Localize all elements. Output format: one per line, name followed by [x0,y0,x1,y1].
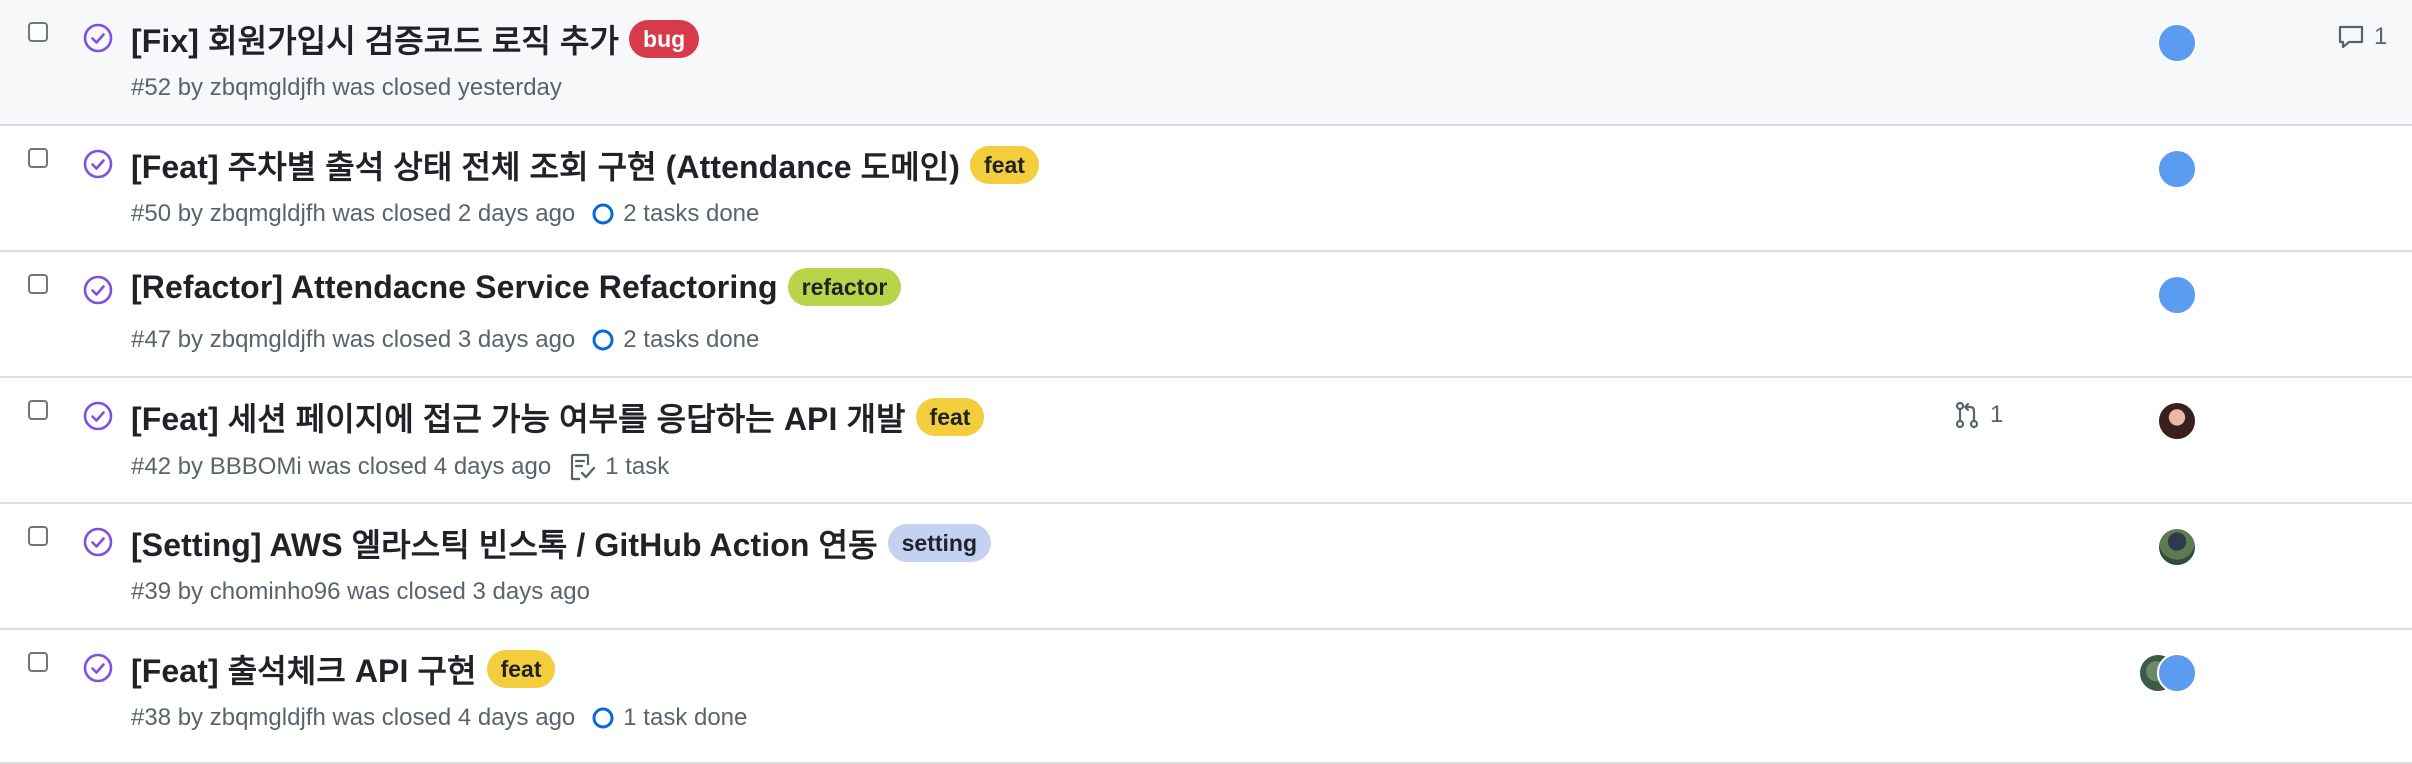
issue-meta-text: #39 by chominho96 was closed 3 days ago [131,578,590,605]
issue-closed-icon [83,653,113,683]
label-badge[interactable]: feat [915,398,985,436]
issue-meta: #47 by zbqmgldjfh was closed 3 days ago … [131,326,759,354]
issue-row[interactable]: [Setting] AWS 엘라스틱 빈스톡 / GitHub Action 연… [0,504,2412,630]
task-progress: 2 tasks done [591,200,759,228]
linked-pr-count: 1 [1990,401,2004,428]
task-progress-circle-icon [592,707,614,729]
task-progress: 1 task done [591,704,747,732]
label-badge[interactable]: feat [970,146,1039,184]
task-list: 1 task [567,452,669,482]
issue-meta-text: #47 by zbqmgldjfh was closed 3 days ago [131,326,576,353]
issue-closed-icon [83,275,113,305]
issue-closed-icon [83,23,113,53]
issue-select-checkbox[interactable] [28,148,48,168]
comments-link[interactable]: 1 [2336,22,2387,52]
issue-title-link[interactable]: [Feat] 출석체크 API 구현 [131,646,477,692]
task-progress-text: 1 task done [623,704,748,731]
issue-meta-text: #50 by zbqmgldjfh was closed 2 days ago [131,200,576,227]
issue-title-link[interactable]: [Setting] AWS 엘라스틱 빈스톡 / GitHub Action 연… [131,520,878,566]
issue-title-link[interactable]: [Refactor] Attendacne Service Refactorin… [131,269,778,306]
git-pull-request-icon [1955,401,1979,429]
assignee-avatar[interactable] [2157,149,2197,189]
issue-title-link[interactable]: [Fix] 회원가입시 검증코드 로직 추가 [131,16,619,62]
issue-meta-text: #38 by zbqmgldjfh was closed 4 days ago [131,704,576,731]
issue-title-line: [Setting] AWS 엘라스틱 빈스톡 / GitHub Action 연… [131,520,992,566]
issue-title-line: [Feat] 출석체크 API 구현 feat [131,646,556,692]
issue-closed-icon [83,149,113,179]
assignee-avatar[interactable] [2157,401,2197,441]
label-badge[interactable]: refactor [787,268,902,306]
issue-select-checkbox[interactable] [28,274,48,294]
task-list-text: 1 task [605,453,670,480]
issue-row[interactable]: [Feat] 세션 페이지에 접근 가능 여부를 응답하는 API 개발 fea… [0,378,2412,504]
issue-title-line: [Fix] 회원가입시 검증코드 로직 추가 bug [131,16,700,62]
task-progress: 2 tasks done [591,326,759,354]
issue-select-checkbox[interactable] [28,526,48,546]
assignee-avatar[interactable] [2157,275,2197,315]
task-progress-circle-icon [592,329,614,351]
issue-meta: #50 by zbqmgldjfh was closed 2 days ago … [131,200,759,228]
label-badge[interactable]: feat [486,650,556,688]
task-progress-circle-icon [592,203,614,225]
assignee-avatar[interactable] [2157,653,2197,693]
issue-meta-text: #52 by zbqmgldjfh was closed yesterday [131,74,562,101]
issue-meta: #42 by BBBOMi was closed 4 days ago 1 ta… [131,452,669,482]
issue-row[interactable]: [Fix] 회원가입시 검증코드 로직 추가 bug #52 by zbqmgl… [0,0,2412,126]
issue-title-line: [Feat] 주차별 출석 상태 전체 조회 구현 (Attendance 도메… [131,142,1039,188]
issue-title-link[interactable]: [Feat] 세션 페이지에 접근 가능 여부를 응답하는 API 개발 [131,394,906,440]
issue-row[interactable]: [Refactor] Attendacne Service Refactorin… [0,252,2412,378]
assignee-avatar[interactable] [2157,23,2197,63]
assignee-avatar[interactable] [2157,527,2197,567]
task-progress-text: 2 tasks done [623,200,760,227]
task-progress-text: 2 tasks done [623,326,760,353]
issue-title-link[interactable]: [Feat] 주차별 출석 상태 전체 조회 구현 (Attendance 도메… [131,142,960,188]
comment-icon [2338,25,2364,49]
issue-row[interactable]: [Feat] 출석체크 API 구현 feat #38 by zbqmgldjf… [0,630,2412,764]
issue-row[interactable]: [Feat] 주차별 출석 상태 전체 조회 구현 (Attendance 도메… [0,126,2412,252]
issue-list: [Fix] 회원가입시 검증코드 로직 추가 bug #52 by zbqmgl… [0,0,2412,764]
issue-title-line: [Feat] 세션 페이지에 접근 가능 여부를 응답하는 API 개발 fea… [131,394,985,440]
issue-closed-icon [83,401,113,431]
checklist-icon [571,453,596,481]
issue-closed-icon [83,527,113,557]
issue-meta: #39 by chominho96 was closed 3 days ago [131,578,590,606]
issue-select-checkbox[interactable] [28,400,48,420]
issue-meta-text: #42 by BBBOMi was closed 4 days ago [131,453,552,480]
issue-select-checkbox[interactable] [28,652,48,672]
issue-select-checkbox[interactable] [28,22,48,42]
comment-count: 1 [2374,23,2388,50]
linked-pull-requests[interactable]: 1 [1952,400,2003,430]
label-badge[interactable]: setting [887,524,992,562]
issue-meta: #52 by zbqmgldjfh was closed yesterday [131,74,562,102]
label-badge[interactable]: bug [629,20,700,58]
issue-title-line: [Refactor] Attendacne Service Refactorin… [131,268,902,306]
issue-meta: #38 by zbqmgldjfh was closed 4 days ago … [131,704,747,732]
